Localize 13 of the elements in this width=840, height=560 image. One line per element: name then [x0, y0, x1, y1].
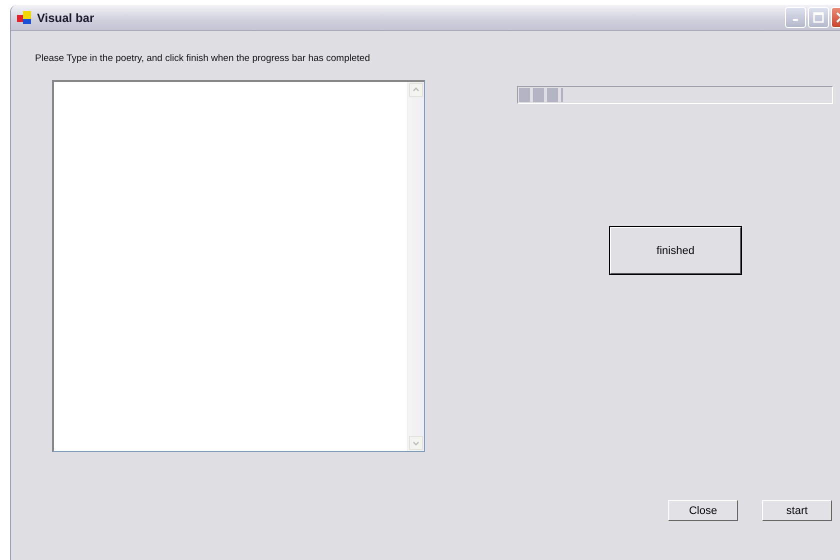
instruction-text: Please Type in the poetry, and click finish when the progress bar has completed [35, 53, 370, 64]
dialog-button[interactable]: Close [668, 500, 738, 521]
app-icon [17, 10, 33, 24]
window-title: Visual bar [37, 10, 96, 24]
scroll-up-icon[interactable] [409, 83, 423, 97]
finished-button[interactable]: finished [610, 227, 741, 274]
scrollbar[interactable] [407, 82, 424, 451]
minimize-button[interactable] [785, 7, 806, 28]
maximize-button[interactable] [808, 7, 829, 28]
dialog-button[interactable]: start [762, 500, 832, 521]
maximize-icon [813, 12, 824, 23]
poetry-input-field[interactable] [52, 80, 425, 452]
scroll-down-icon[interactable] [409, 436, 423, 450]
